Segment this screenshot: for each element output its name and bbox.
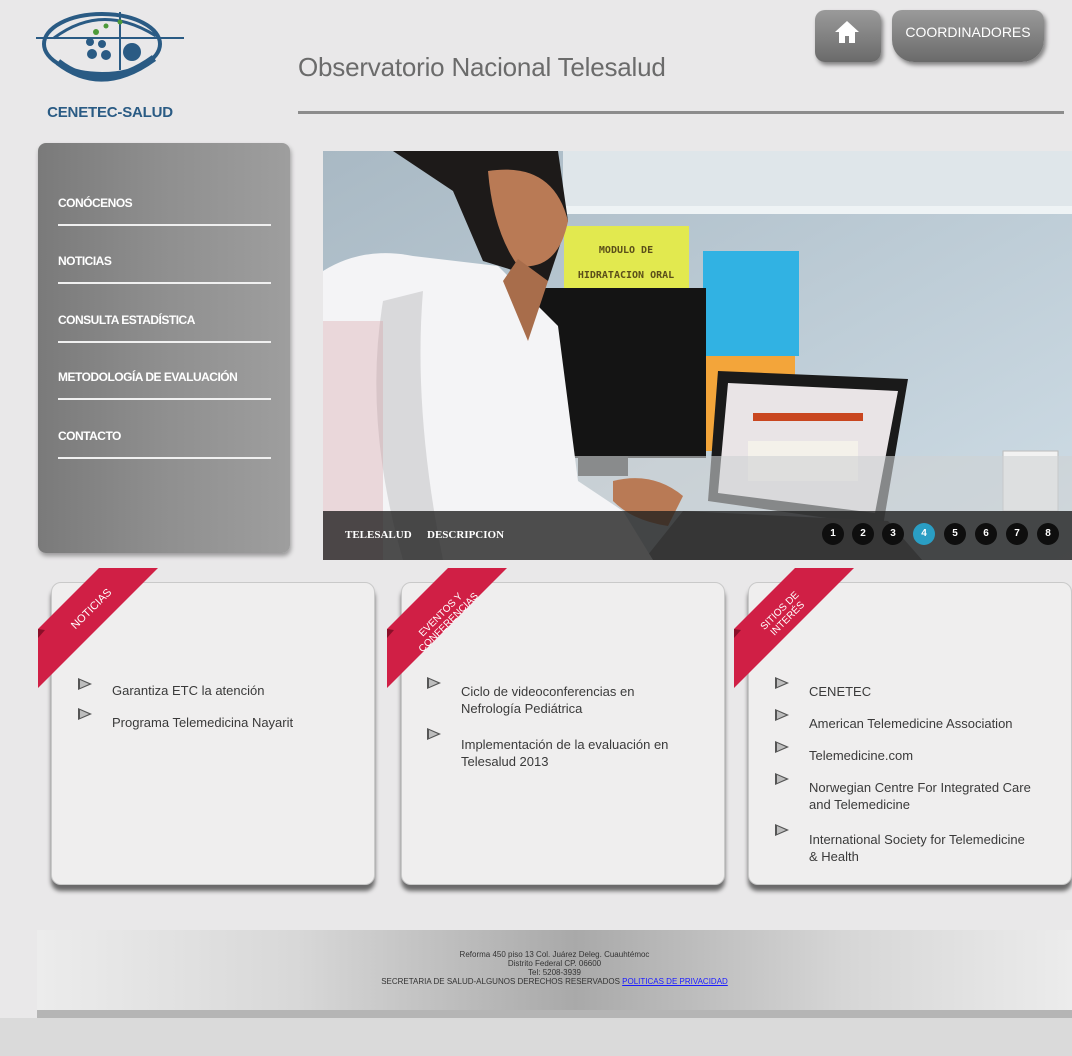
slide-dot-5[interactable]: 5 xyxy=(944,523,966,545)
sitios-item-telemedicine-com-link[interactable]: Telemedicine.com xyxy=(809,747,913,764)
sitios-item-ata-link[interactable]: American Telemedicine Association xyxy=(809,715,1013,732)
eventos-item-1-line1: Ciclo de videoconferencias en xyxy=(461,684,635,699)
slide-dot-2[interactable]: 2 xyxy=(852,523,874,545)
nav-item-conocenos[interactable]: CONÓCENOS xyxy=(58,196,271,226)
eventos-item-2-line1: Implementación de la evaluación en xyxy=(461,737,669,752)
hero-slideshow[interactable]: MODULO DE HIDRATACION ORAL xyxy=(323,151,1072,560)
slide-dot-1[interactable]: 1 xyxy=(822,523,844,545)
sidebar-nav: CONÓCENOS NOTICIAS CONSULTA ESTADÍSTICA … xyxy=(38,143,290,553)
sitios-item-3-line1: Telemedicine.com xyxy=(809,748,914,763)
hero-caption-telesalud[interactable]: TELESALUD xyxy=(345,529,412,541)
hero-caption-descripcion[interactable]: DESCRIPCION xyxy=(427,529,504,541)
slide-dot-6[interactable]: 6 xyxy=(975,523,997,545)
bullet-arrow-icon xyxy=(775,709,789,721)
home-icon xyxy=(835,21,859,43)
bullet-arrow-icon xyxy=(78,708,92,720)
footer-rights-text: SECRETARIA DE SALUD-ALGUNOS DERECHOS RES… xyxy=(381,977,620,986)
footer-address-line1: Reforma 450 piso 13 Col. Juárez Deleg. C… xyxy=(459,950,650,959)
bullet-arrow-icon xyxy=(427,677,441,689)
nav-item-contacto[interactable]: CONTACTO xyxy=(58,429,271,459)
hero-photo: MODULO DE HIDRATACION ORAL xyxy=(323,151,1072,560)
eventos-item-2-link[interactable]: Implementación de la evaluación en Teles… xyxy=(461,736,668,770)
bullet-arrow-icon xyxy=(775,741,789,753)
footer-address-line2: Distrito Federal CP. 06600 xyxy=(507,959,602,968)
slide-dot-4-active[interactable]: 4 xyxy=(913,523,935,545)
sitios-item-cenetec-link[interactable]: CENETEC xyxy=(809,683,871,700)
noticias-item-1-link[interactable]: Garantiza ETC la atención xyxy=(112,682,264,699)
bottom-band xyxy=(0,1018,1072,1056)
slide-dot-7[interactable]: 7 xyxy=(1006,523,1028,545)
sitios-item-isth-link[interactable]: International Society for Telemedicine &… xyxy=(809,831,1025,865)
privacy-policy-link[interactable]: POLITICAS DE PRIVACIDAD xyxy=(622,977,728,986)
page-title: Observatorio Nacional Telesalud xyxy=(298,52,666,82)
nav-item-metodologia[interactable]: METODOLOGÍA DE EVALUACIÓN xyxy=(58,370,271,400)
footer-copyright-line: SECRETARIA DE SALUD-ALGUNOS DERECHOS RES… xyxy=(37,977,1072,986)
sitios-item-2-line1: American Telemedicine Association xyxy=(809,716,1013,731)
eventos-item-1-link[interactable]: Ciclo de videoconferencias en Nefrología… xyxy=(461,683,634,717)
bullet-arrow-icon xyxy=(775,677,789,689)
sitios-item-5-line1: International Society for Telemedicine xyxy=(809,832,1025,847)
logo-wordmark: CENETEC-SALUD xyxy=(47,104,173,121)
coordinators-button[interactable]: COORDINADORES xyxy=(892,10,1044,62)
eventos-item-1-line2: Nefrología Pediátrica xyxy=(461,701,583,716)
header-divider xyxy=(298,111,1064,114)
noticias-item-2-link[interactable]: Programa Telemedicina Nayarit xyxy=(112,714,293,731)
nav-item-consulta-estadistica[interactable]: CONSULTA ESTADÍSTICA xyxy=(58,313,271,343)
sitios-item-4-line2: and Telemedicine xyxy=(809,797,910,812)
logo-emblem-icon xyxy=(36,12,184,82)
bullet-arrow-icon xyxy=(78,678,92,690)
noticias-ribbon xyxy=(38,568,158,688)
cenetec-logo[interactable]: CENETEC-SALUD xyxy=(30,8,190,123)
page: CENETEC-SALUD Observatorio Nacional Tele… xyxy=(0,0,1072,1056)
svg-text:MODULO DE: MODULO DE xyxy=(599,245,653,256)
bullet-arrow-icon xyxy=(775,824,789,836)
footer-phone: Tel: 5208-3939 xyxy=(528,968,581,977)
home-button[interactable] xyxy=(815,10,881,62)
eventos-item-2-line2: Telesalud 2013 xyxy=(461,754,549,769)
sitios-item-4-line1: Norwegian Centre For Integrated Care xyxy=(809,780,1031,795)
slide-dot-8[interactable]: 8 xyxy=(1037,523,1059,545)
svg-text:HIDRATACION ORAL: HIDRATACION ORAL xyxy=(578,270,674,281)
sitios-item-1-line1: CENETEC xyxy=(809,684,872,699)
bullet-arrow-icon xyxy=(427,728,441,740)
bullet-arrow-icon xyxy=(775,773,789,785)
footer: Reforma 450 piso 13 Col. Juárez Deleg. C… xyxy=(37,930,1072,1018)
sitios-item-5-line2: & Health xyxy=(809,849,859,864)
sitios-item-norwegian-centre-link[interactable]: Norwegian Centre For Integrated Care and… xyxy=(809,779,1031,813)
nav-item-noticias[interactable]: NOTICIAS xyxy=(58,254,271,284)
slide-dot-3[interactable]: 3 xyxy=(882,523,904,545)
